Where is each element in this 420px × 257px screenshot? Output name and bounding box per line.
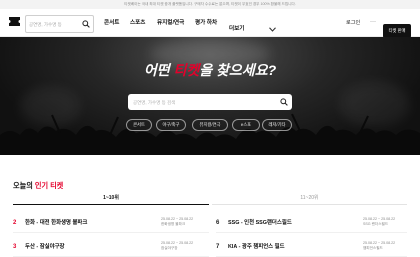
- list-item[interactable]: 3 두산 - 잠실야구장 25.08.22 ~ 25.08.22 잠실야구장: [13, 238, 209, 257]
- event-venue: 챔피언스필드: [363, 246, 383, 250]
- login-link[interactable]: 로그인: [346, 19, 360, 27]
- popular-title-prefix: 오늘의: [13, 181, 35, 190]
- tab-rank-1-10[interactable]: 1~10위: [13, 193, 209, 205]
- hero-title-prefix: 어떤: [143, 62, 174, 78]
- header: 콘서트 스포츠 뮤지컬/연극 평가 하차 더보기 로그인 ··· 티켓 판매: [0, 9, 420, 38]
- rank-number: 7: [216, 244, 220, 250]
- event-venue: SSG 랜더스필드: [363, 222, 389, 226]
- popular-section-title: 오늘의 인기 티켓: [13, 181, 63, 190]
- event-name: 두산 - 잠실야구장: [25, 244, 65, 250]
- list-item[interactable]: 7 KIA - 광주 챔피언스 필드 25.08.22 ~ 25.08.22 챔…: [216, 238, 407, 257]
- event-venue: 잠실야구장: [161, 246, 178, 250]
- chip-leisure[interactable]: 레저/기타: [262, 119, 292, 131]
- nav-more-label: 더보기: [229, 26, 245, 32]
- hero-title: 어떤 티켓을 찾으세요?: [0, 60, 420, 80]
- chip-esports[interactable]: e스포: [232, 119, 260, 131]
- header-search-input[interactable]: [29, 19, 83, 29]
- chevron-down-icon: [269, 27, 276, 32]
- rank-number: 6: [216, 220, 220, 226]
- chip-baseball-soccer[interactable]: 야구/축구: [156, 119, 186, 131]
- search-icon[interactable]: [82, 20, 90, 28]
- header-search-box[interactable]: [25, 15, 94, 33]
- hero-title-suffix: 을 찾으세요?: [199, 62, 277, 78]
- top-notice-bar: 티켓베이는 국내 최대 티켓 중개 플랫폼입니다. 구매자 수수료는 없으며, …: [0, 0, 420, 9]
- hero-search-box[interactable]: [128, 94, 292, 110]
- nav-musical[interactable]: 뮤지컬/연극: [157, 18, 184, 28]
- nav-sports[interactable]: 스포츠: [130, 18, 145, 28]
- popular-title-accent: 인기 티켓: [34, 181, 64, 190]
- list-item[interactable]: 2 한화 - 대전 한화생명 볼파크 25.08.22 ~ 25.08.22 한…: [13, 214, 209, 233]
- notice-text: 티켓베이는 국내 최대 티켓 중개 플랫폼입니다. 구매자 수수료는 없으며, …: [124, 2, 296, 6]
- tab-rank-11-20[interactable]: 11~20위: [212, 193, 407, 205]
- rank-number: 3: [13, 244, 17, 250]
- nav-more-dropdown[interactable]: 더보기: [228, 24, 278, 38]
- event-name: 한화 - 대전 한화생명 볼파크: [25, 220, 88, 226]
- hero-search-input[interactable]: [133, 97, 273, 107]
- event-name: KIA - 광주 챔피언스 필드: [228, 244, 285, 250]
- chip-concert[interactable]: 콘서트: [126, 119, 152, 131]
- hero-title-accent: 티켓: [173, 62, 200, 78]
- nav-concert[interactable]: 콘서트: [104, 18, 119, 28]
- list-item[interactable]: 6 SSG - 인천 SSG랜더스필드 25.08.22 ~ 25.08.22 …: [216, 214, 407, 233]
- nav-review[interactable]: 평가 하차: [195, 18, 217, 28]
- search-icon[interactable]: [280, 98, 288, 106]
- more-menu-icon[interactable]: ···: [370, 18, 376, 26]
- event-name: SSG - 인천 SSG랜더스필드: [228, 220, 292, 226]
- sell-ticket-button[interactable]: 티켓 판매: [383, 24, 411, 38]
- hero-banner: 어떤 티켓을 찾으세요? 콘서트 야구/축구 뮤지컬/연극 e스포 레저/기타: [0, 37, 420, 155]
- event-venue: 한화생명 볼파크: [161, 222, 186, 226]
- ticketbay-logo-icon[interactable]: [9, 17, 20, 26]
- rank-number: 2: [13, 220, 17, 226]
- chip-musical[interactable]: 뮤지컬/연극: [192, 119, 228, 131]
